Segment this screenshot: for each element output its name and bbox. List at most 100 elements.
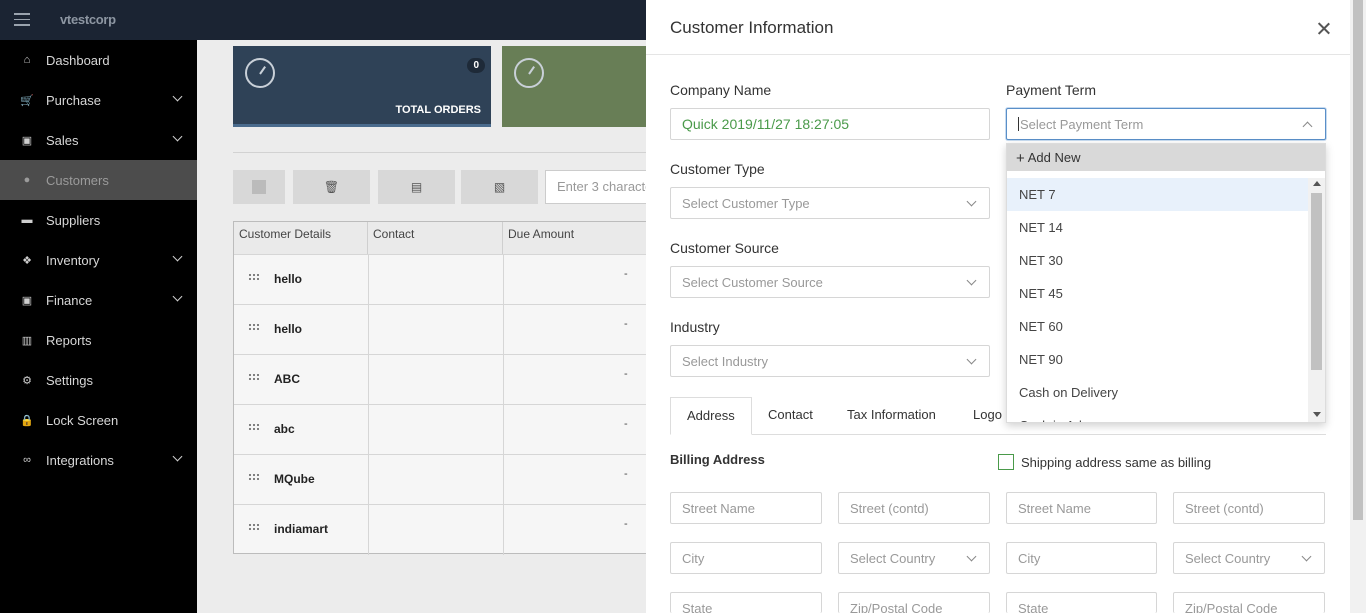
shipping-country-select[interactable]: Select Country <box>1173 542 1325 574</box>
company-name-input[interactable]: Quick 2019/11/27 18:27:05 <box>670 108 990 140</box>
export-excel-button[interactable]: ▧ <box>461 170 538 204</box>
table-row[interactable]: MQube - <box>234 454 664 505</box>
table-row[interactable]: hello - <box>234 304 664 355</box>
column-header-customer-details[interactable]: Customer Details <box>234 222 368 254</box>
sidebar-item-label: Customers <box>46 172 109 188</box>
shipping-street-name-input[interactable]: Street Name <box>1006 492 1157 524</box>
shipping-same-checkbox[interactable] <box>998 454 1014 470</box>
drag-handle-icon[interactable] <box>248 523 259 532</box>
column-divider <box>503 255 504 305</box>
sidebar-item-inventory[interactable]: ❖ Inventory <box>0 240 197 280</box>
table-row[interactable]: hello - <box>234 254 664 305</box>
billing-zip-input[interactable]: Zip/Postal Code <box>838 592 990 613</box>
tab-tax-information[interactable]: Tax Information <box>831 397 952 435</box>
column-header-contact[interactable]: Contact <box>368 222 503 254</box>
payment-term-label: Payment Term <box>1006 82 1096 98</box>
sidebar-item-lock-screen[interactable]: 🔒 Lock Screen <box>0 400 197 440</box>
customer-name[interactable]: MQube <box>274 472 315 486</box>
chevron-down-icon <box>172 91 183 102</box>
shipping-country-placeholder: Select Country <box>1185 551 1271 566</box>
add-new-payment-term-option[interactable]: + Add New <box>1007 144 1325 171</box>
billing-state-input[interactable]: State <box>670 592 822 613</box>
sidebar-item-sales[interactable]: ▣ Sales <box>0 120 197 160</box>
customer-type-select[interactable]: Select Customer Type <box>670 187 990 219</box>
shipping-street-contd-input[interactable]: Street (contd) <box>1173 492 1325 524</box>
page-scrollbar[interactable] <box>1350 0 1366 613</box>
excel-file-icon: ▧ <box>493 180 506 194</box>
payment-term-option[interactable]: NET 30 <box>1007 244 1310 277</box>
sidebar-item-label: Sales <box>46 132 79 148</box>
sidebar-item-label: Finance <box>46 292 93 308</box>
sidebar-item-customers[interactable]: ● Customers <box>0 160 197 200</box>
checkbox-icon <box>252 180 266 194</box>
panel-title: Customer Information <box>670 18 834 37</box>
select-all-button[interactable] <box>233 170 285 204</box>
hamburger-menu-icon[interactable] <box>14 13 30 26</box>
due-amount: - <box>624 518 628 530</box>
pdf-file-icon: ▤ <box>410 180 423 194</box>
delete-button[interactable]: 🗑 <box>293 170 370 204</box>
drag-handle-icon[interactable] <box>248 373 259 382</box>
sidebar-item-suppliers[interactable]: ▬ Suppliers <box>0 200 197 240</box>
cart-icon: 🛒 <box>20 94 34 107</box>
total-orders-count: 0 <box>467 58 485 73</box>
sidebar-item-reports[interactable]: ▥ Reports <box>0 320 197 360</box>
customer-source-select[interactable]: Select Customer Source <box>670 266 990 298</box>
drag-handle-icon[interactable] <box>248 473 259 482</box>
sidebar-item-purchase[interactable]: 🛒 Purchase <box>0 80 197 120</box>
payment-term-select[interactable]: Select Payment Term <box>1006 108 1326 140</box>
payment-term-option[interactable]: NET 14 <box>1007 211 1310 244</box>
industry-select[interactable]: Select Industry <box>670 345 990 377</box>
home-icon: ⌂ <box>23 54 31 66</box>
sidebar: ⌂ Dashboard 🛒 Purchase ▣ Sales ● Customers ▬ Supp… <box>0 40 197 613</box>
sidebar-item-finance[interactable]: ▣ Finance <box>0 280 197 320</box>
payment-term-option[interactable]: NET 45 <box>1007 277 1310 310</box>
sidebar-item-dashboard[interactable]: ⌂ Dashboard <box>0 40 197 80</box>
shipping-state-input[interactable]: State <box>1006 592 1157 613</box>
customer-name[interactable]: hello <box>274 322 302 336</box>
table-row[interactable]: abc - <box>234 404 664 455</box>
shipping-city-input[interactable]: City <box>1006 542 1157 574</box>
billing-street-contd-input[interactable]: Street (contd) <box>838 492 990 524</box>
drag-handle-icon[interactable] <box>248 273 259 282</box>
chevron-up-icon <box>1302 121 1313 132</box>
billing-country-select[interactable]: Select Country <box>838 542 990 574</box>
total-orders-card[interactable]: 0 TOTAL ORDERS <box>233 46 491 127</box>
shipping-zip-input[interactable]: Zip/Postal Code <box>1173 592 1325 613</box>
text-cursor <box>1018 117 1019 131</box>
export-pdf-button[interactable]: ▤ <box>378 170 455 204</box>
company-name-label: Company Name <box>670 82 772 98</box>
page-scroll-thumb[interactable] <box>1353 0 1363 520</box>
dropdown-scroll-thumb[interactable] <box>1311 193 1322 370</box>
sidebar-item-label: Dashboard <box>46 52 110 68</box>
dropdown-scrollbar[interactable] <box>1308 178 1325 422</box>
stat-card-secondary[interactable] <box>502 46 662 127</box>
billing-city-input[interactable]: City <box>670 542 822 574</box>
payment-term-option[interactable]: NET 90 <box>1007 343 1310 376</box>
payment-term-option[interactable]: Cash in Advance <box>1007 409 1310 422</box>
scroll-up-arrow-icon[interactable] <box>1313 181 1321 186</box>
drag-handle-icon[interactable] <box>248 423 259 432</box>
column-header-due-amount[interactable]: Due Amount <box>503 222 664 254</box>
customer-name[interactable]: abc <box>274 422 295 436</box>
close-icon[interactable] <box>1317 22 1330 35</box>
drag-handle-icon[interactable] <box>248 323 259 332</box>
customer-name[interactable]: hello <box>274 272 302 286</box>
tab-contact[interactable]: Contact <box>752 397 829 435</box>
column-divider <box>368 355 369 405</box>
customer-name[interactable]: indiamart <box>274 522 328 536</box>
table-row[interactable]: indiamart - <box>234 504 664 555</box>
billing-street-name-input[interactable]: Street Name <box>670 492 822 524</box>
payment-term-option[interactable]: NET 60 <box>1007 310 1310 343</box>
sidebar-item-settings[interactable]: ⚙ Settings <box>0 360 197 400</box>
sidebar-item-integrations[interactable]: ∞ Integrations <box>0 440 197 480</box>
tab-address[interactable]: Address <box>670 397 752 435</box>
customer-search-input[interactable]: Enter 3 characters <box>545 170 655 204</box>
payment-term-option[interactable]: Cash on Delivery <box>1007 376 1310 409</box>
scroll-down-arrow-icon[interactable] <box>1313 412 1321 417</box>
total-orders-label: TOTAL ORDERS <box>395 104 481 116</box>
customer-source-label: Customer Source <box>670 240 779 256</box>
table-row[interactable]: ABC - <box>234 354 664 405</box>
customer-name[interactable]: ABC <box>274 372 300 386</box>
payment-term-option[interactable]: NET 7 <box>1007 178 1310 211</box>
